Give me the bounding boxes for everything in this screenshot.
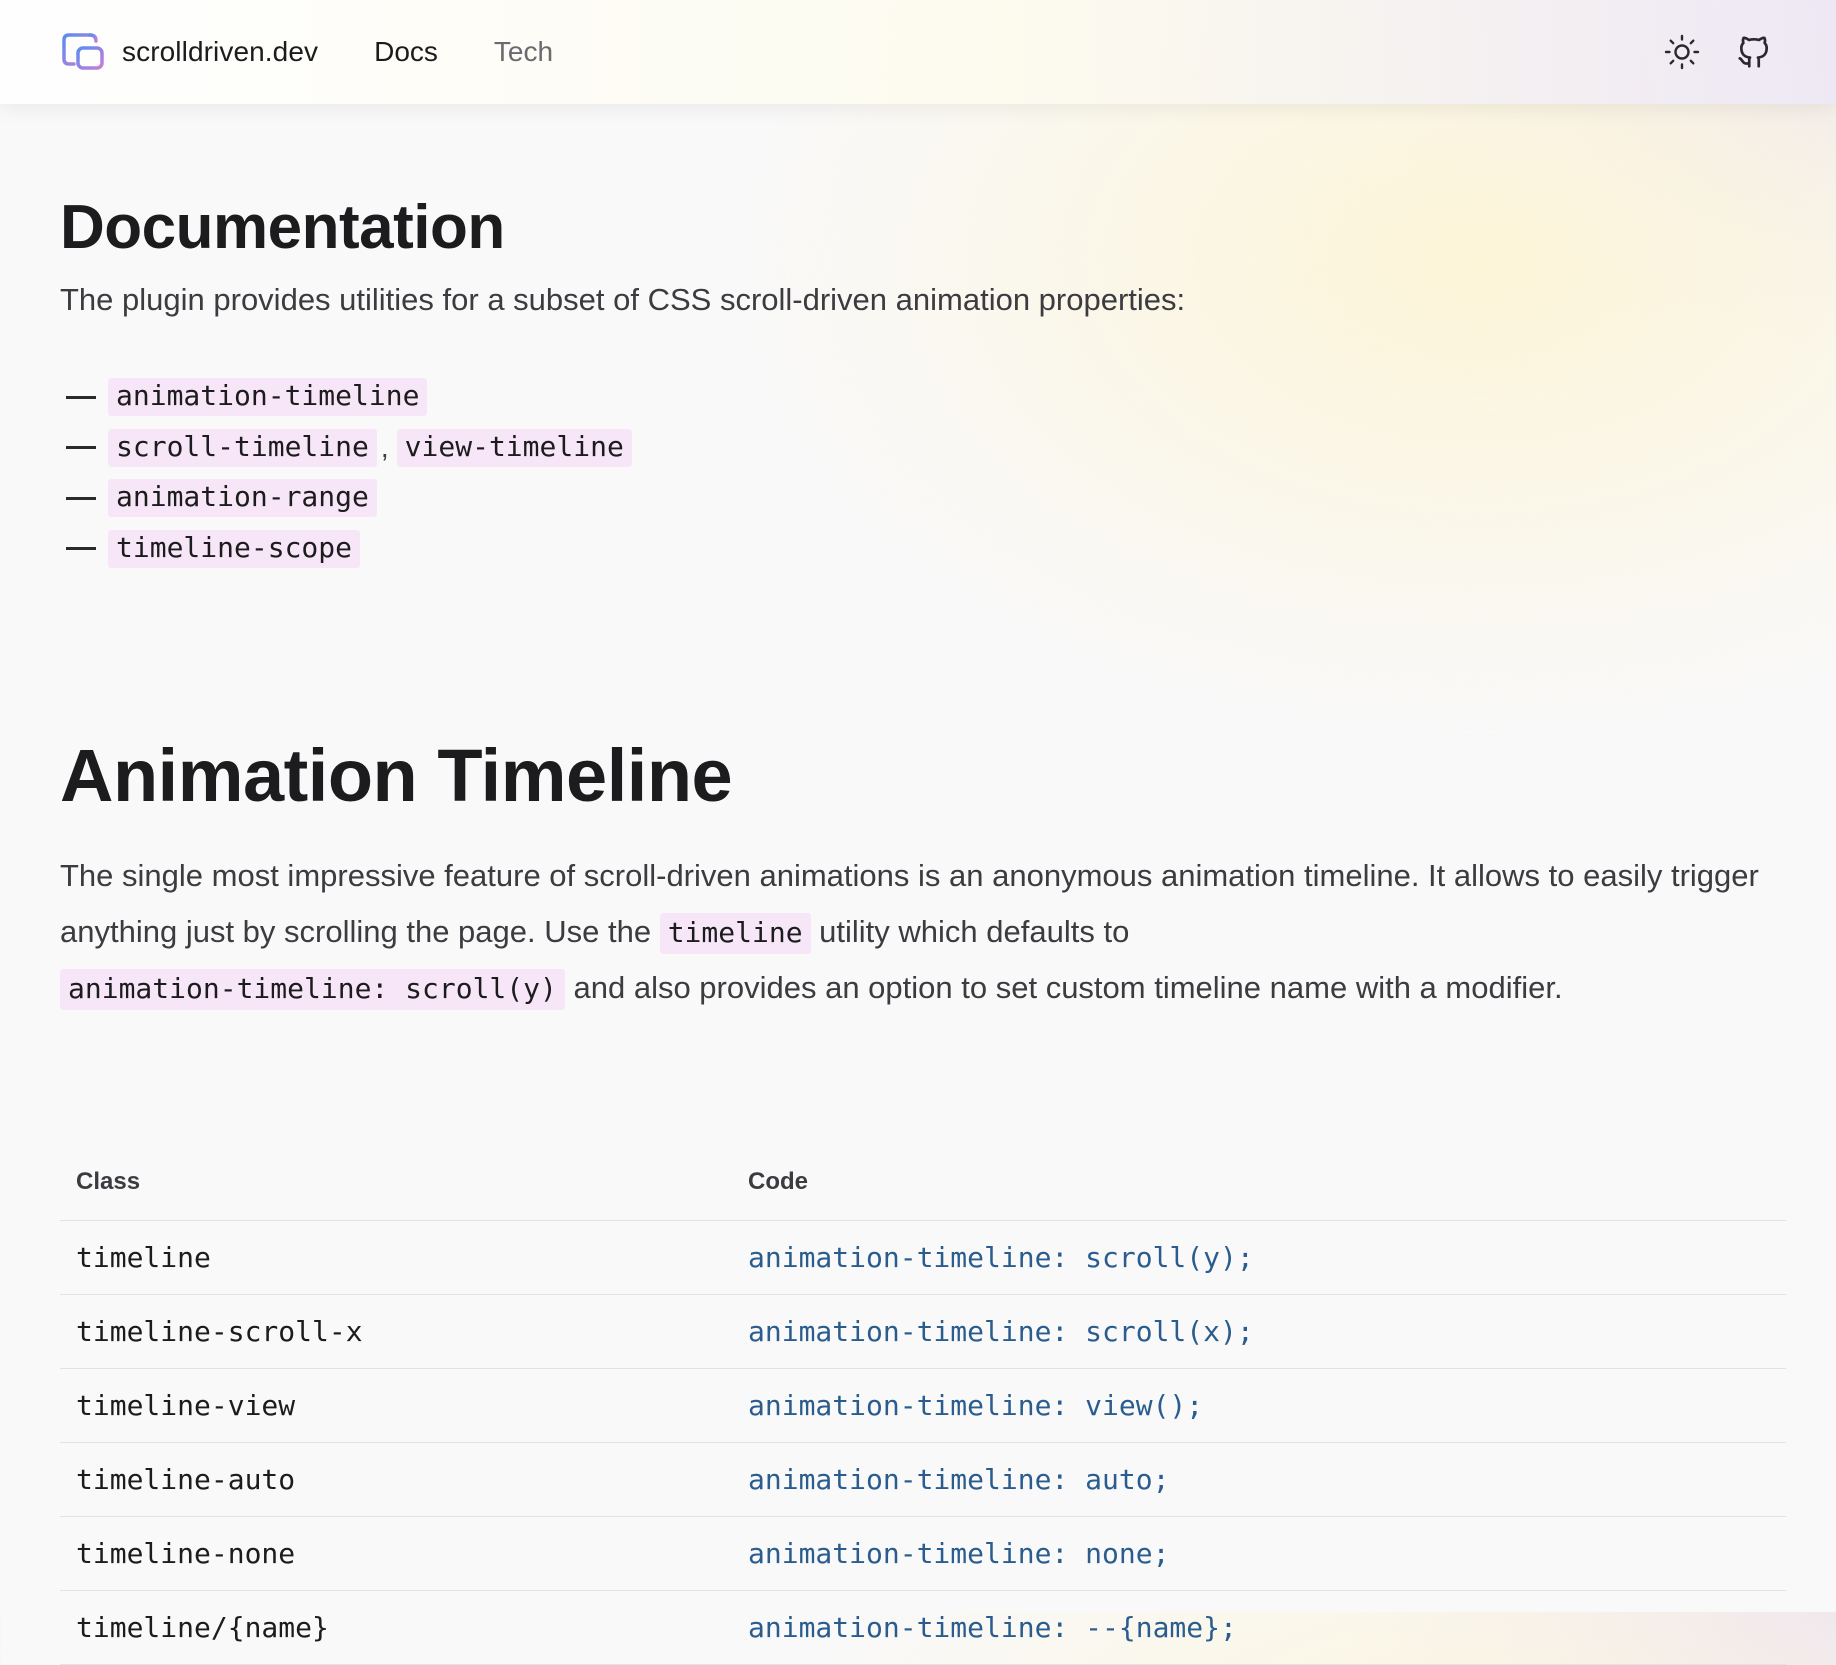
property-code: scroll-timeline bbox=[108, 428, 377, 467]
class-code-table: Class Code timeline animation-timeline: … bbox=[60, 1144, 1786, 1665]
list-item: scroll-timeline , view-timeline bbox=[66, 423, 632, 474]
dash-bullet bbox=[66, 395, 96, 399]
paragraph-text: and also provides an option to set custo… bbox=[564, 970, 1563, 1005]
table-row: timeline-view animation-timeline: view()… bbox=[60, 1368, 1786, 1443]
main-nav: Docs Tech bbox=[374, 36, 609, 68]
property-code: animation-timeline bbox=[108, 378, 428, 417]
table-row: timeline animation-timeline: scroll(y); bbox=[60, 1220, 1786, 1295]
column-header-code: Code bbox=[732, 1144, 1786, 1221]
table-header-row: Class Code bbox=[60, 1144, 1786, 1221]
sun-icon[interactable] bbox=[1660, 30, 1704, 74]
property-code: timeline-scope bbox=[108, 529, 361, 568]
list-item: timeline-scope bbox=[66, 524, 632, 575]
class-cell: timeline-scroll-x bbox=[60, 1294, 732, 1369]
column-header-class: Class bbox=[60, 1144, 732, 1221]
class-cell: timeline-none bbox=[60, 1516, 732, 1591]
code-cell: animation-timeline: none; bbox=[732, 1516, 1786, 1591]
dash-bullet bbox=[66, 496, 96, 500]
dash-bullet bbox=[66, 446, 96, 450]
class-cell: timeline-auto bbox=[60, 1442, 732, 1517]
inline-code: timeline bbox=[659, 913, 811, 954]
logo-icon bbox=[60, 31, 106, 73]
list-item: animation-timeline bbox=[66, 372, 632, 423]
github-icon[interactable] bbox=[1732, 30, 1776, 74]
brand-link[interactable]: scrolldriven.dev bbox=[60, 31, 318, 73]
inline-code: animation-timeline: scroll(y) bbox=[60, 969, 565, 1010]
table-row: timeline-none animation-timeline: none; bbox=[60, 1516, 1786, 1591]
property-code: animation-range bbox=[108, 479, 377, 518]
code-cell: animation-timeline: scroll(y); bbox=[732, 1220, 1786, 1295]
code-cell: animation-timeline: --{name}; bbox=[732, 1590, 1786, 1665]
class-cell: timeline-view bbox=[60, 1368, 732, 1443]
header-actions bbox=[1632, 30, 1776, 74]
dash-bullet bbox=[66, 547, 96, 551]
separator: , bbox=[380, 431, 389, 463]
nav-docs[interactable]: Docs bbox=[374, 36, 438, 68]
animation-timeline-paragraph: The single most impressive feature of sc… bbox=[60, 848, 1786, 1016]
paragraph-text: utility which defaults to bbox=[810, 914, 1130, 949]
code-cell: animation-timeline: view(); bbox=[732, 1368, 1786, 1443]
table-row: timeline-scroll-x animation-timeline: sc… bbox=[60, 1294, 1786, 1369]
top-nav-bar: scrolldriven.dev Docs Tech bbox=[0, 0, 1836, 104]
code-cell: animation-timeline: auto; bbox=[732, 1442, 1786, 1517]
property-list: animation-timeline scroll-timeline , vie… bbox=[66, 372, 632, 574]
documentation-intro: The plugin provides utilities for a subs… bbox=[60, 282, 1186, 317]
documentation-heading: Documentation bbox=[60, 193, 505, 262]
list-item: animation-range bbox=[66, 473, 632, 524]
animation-timeline-heading: Animation Timeline bbox=[60, 734, 733, 817]
property-code: view-timeline bbox=[396, 428, 632, 467]
table-row: timeline-auto animation-timeline: auto; bbox=[60, 1442, 1786, 1517]
brand-name: scrolldriven.dev bbox=[122, 36, 319, 67]
class-cell: timeline bbox=[60, 1220, 732, 1295]
table-row: timeline/{name} animation-timeline: --{n… bbox=[60, 1590, 1786, 1665]
nav-tech[interactable]: Tech bbox=[494, 36, 553, 68]
code-cell: animation-timeline: scroll(x); bbox=[732, 1294, 1786, 1369]
class-cell: timeline/{name} bbox=[60, 1590, 732, 1665]
